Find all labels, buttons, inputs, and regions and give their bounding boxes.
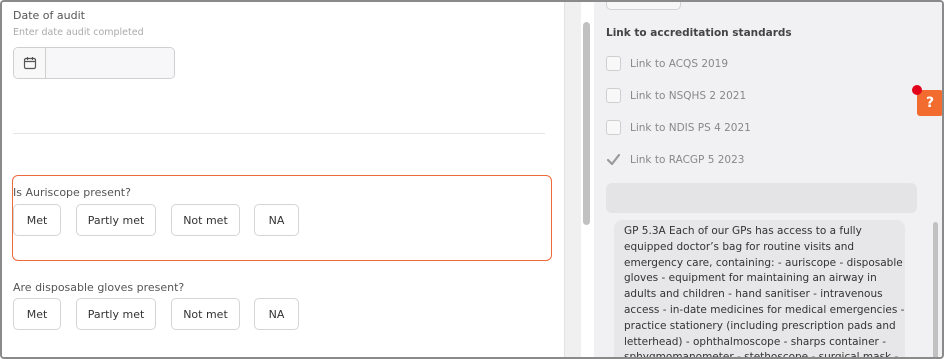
form-scrollbar-thumb[interactable] bbox=[583, 22, 590, 225]
auriscope-not-met-button[interactable]: Not met bbox=[171, 204, 240, 236]
date-input[interactable] bbox=[46, 48, 174, 78]
nsqhs-label: Link to NSQHS 2 2021 bbox=[630, 89, 747, 102]
link-ndis-row[interactable]: Link to NDIS PS 4 2021 bbox=[606, 120, 751, 135]
gloves-not-met-button[interactable]: Not met bbox=[171, 298, 240, 330]
question-auriscope-label: Is Auriscope present? bbox=[13, 186, 131, 199]
link-nsqhs-row[interactable]: Link to NSQHS 2 2021 bbox=[606, 88, 746, 103]
audit-form-panel: Date of audit Enter date audit completed… bbox=[2, 2, 564, 357]
auriscope-met-button[interactable]: Met bbox=[13, 204, 61, 236]
acqs-label: Link to ACQS 2019 bbox=[630, 57, 729, 70]
gloves-na-button[interactable]: NA bbox=[254, 298, 299, 330]
link-acqs-row[interactable]: Link to ACQS 2019 bbox=[606, 56, 728, 71]
nsqhs-checkbox[interactable] bbox=[606, 88, 621, 103]
form-scrollbar-track[interactable] bbox=[564, 2, 581, 357]
help-button[interactable]: ? bbox=[917, 90, 942, 116]
date-picker[interactable] bbox=[13, 47, 175, 79]
checkmark-icon bbox=[606, 153, 621, 166]
date-of-audit-label: Date of audit bbox=[13, 9, 85, 22]
gloves-partly-met-button[interactable]: Partly met bbox=[76, 298, 156, 330]
accreditation-title: Link to accreditation standards bbox=[606, 27, 792, 39]
acqs-checkbox[interactable] bbox=[606, 56, 621, 71]
ndis-checkbox[interactable] bbox=[606, 120, 621, 135]
notification-dot bbox=[912, 85, 922, 95]
auriscope-na-button[interactable]: NA bbox=[254, 204, 299, 236]
racgp-checkbox[interactable] bbox=[606, 152, 621, 167]
date-of-audit-hint: Enter date audit completed bbox=[13, 27, 144, 38]
window-frame: Date of audit Enter date audit completed… bbox=[0, 0, 944, 359]
standards-scrollbar-thumb[interactable] bbox=[933, 222, 938, 357]
standard-description-text: GP 5.3A Each of our GPs has access to a … bbox=[624, 225, 905, 359]
auriscope-partly-met-button[interactable]: Partly met bbox=[76, 204, 156, 236]
calendar-icon[interactable] bbox=[14, 48, 46, 78]
gloves-met-button[interactable]: Met bbox=[13, 298, 61, 330]
standard-header-strip bbox=[606, 183, 917, 213]
question-gloves-label: Are disposable gloves present? bbox=[13, 281, 185, 294]
section-divider bbox=[13, 133, 545, 134]
partial-field-top[interactable] bbox=[606, 2, 681, 10]
ndis-label: Link to NDIS PS 4 2021 bbox=[630, 121, 751, 134]
racgp-label: Link to RACGP 5 2023 bbox=[630, 153, 745, 166]
link-racgp-row[interactable]: Link to RACGP 5 2023 bbox=[606, 152, 744, 167]
